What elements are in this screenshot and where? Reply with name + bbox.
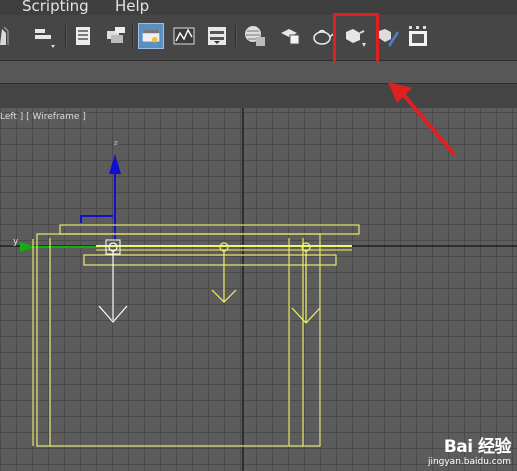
annotation-overlay <box>388 82 455 155</box>
annotation-arrow-shaft <box>400 91 455 155</box>
